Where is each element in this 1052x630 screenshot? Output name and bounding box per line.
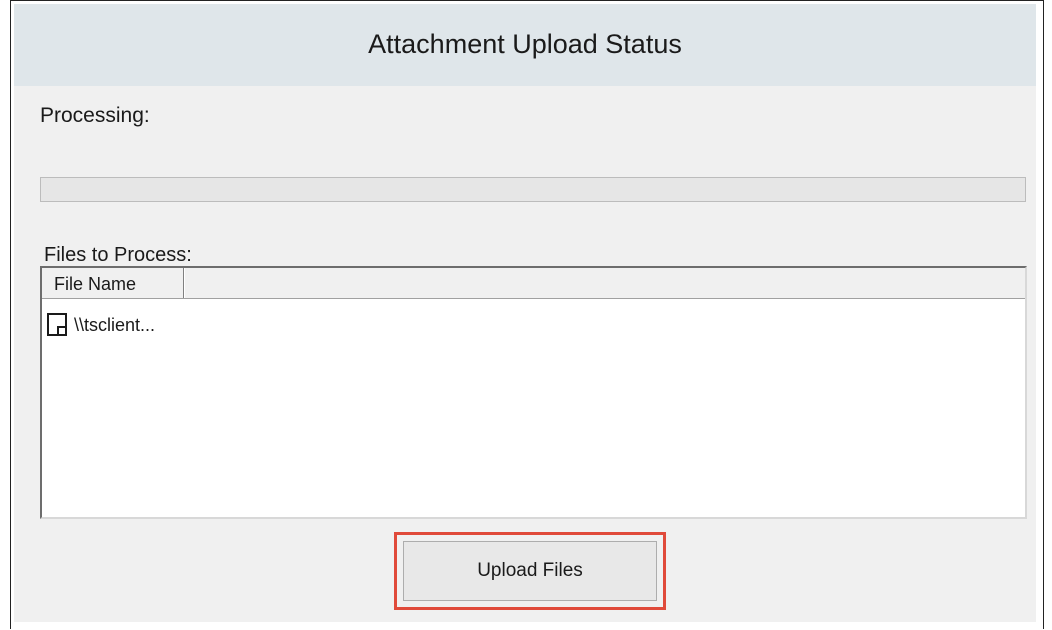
dialog-title: Attachment Upload Status — [368, 29, 682, 59]
processing-label: Processing: — [40, 104, 150, 127]
list-item-file-name: \\tsclient... — [74, 314, 156, 335]
column-header-file-name[interactable]: File Name — [42, 268, 184, 298]
upload-files-button[interactable]: Upload Files — [394, 532, 666, 610]
file-icon — [46, 312, 70, 338]
dialog-titlebar: Attachment Upload Status — [14, 4, 1036, 86]
files-to-process-label: Files to Process: — [44, 244, 192, 266]
listview-header: File Name — [42, 268, 1025, 299]
files-listview[interactable]: File Name \\tsclient... — [40, 266, 1027, 519]
progress-bar — [40, 177, 1026, 202]
list-item[interactable]: \\tsclient... — [46, 310, 155, 340]
upload-files-button-label: Upload Files — [403, 541, 657, 601]
column-header-empty — [184, 268, 1025, 298]
